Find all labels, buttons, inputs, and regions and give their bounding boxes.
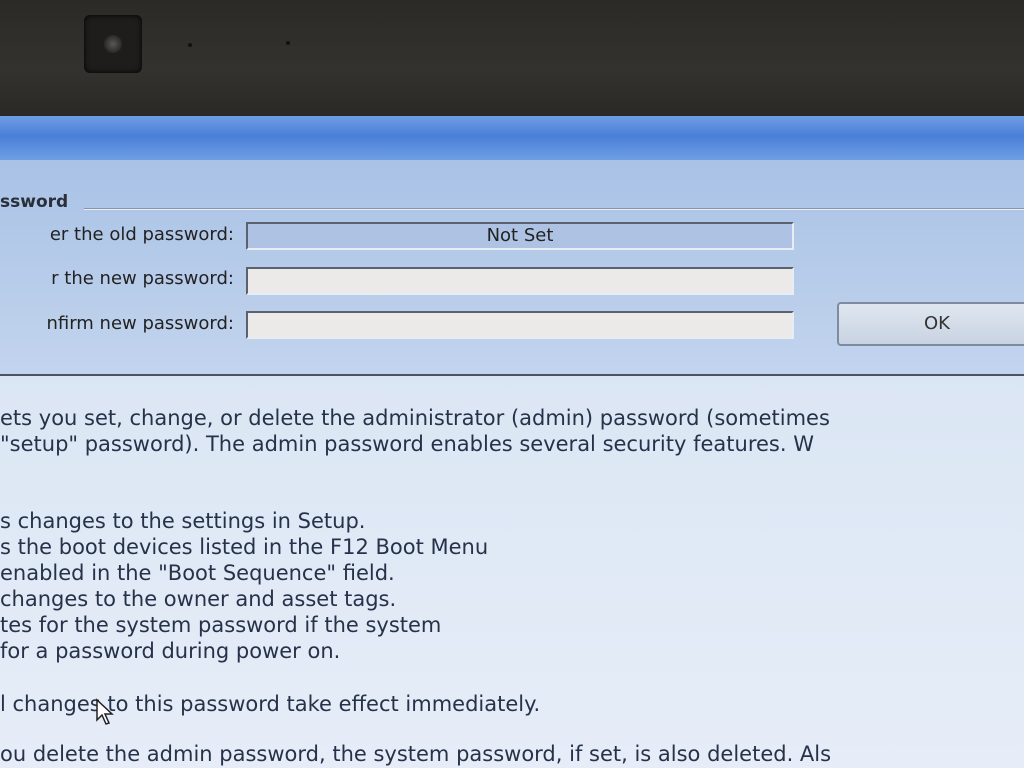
mouse-pointer-icon <box>96 698 114 725</box>
section-divider <box>0 374 1024 376</box>
help-bullet: s changes to the settings in Setup. <box>0 509 366 533</box>
help-bullet: tes for the system password if the syste… <box>0 613 442 637</box>
webcam-icon <box>84 15 142 73</box>
sensor-dot <box>188 43 192 47</box>
monitor-bezel <box>0 0 1024 128</box>
confirm-password-field[interactable] <box>246 311 794 339</box>
confirm-password-label: nfirm new password: <box>46 313 234 334</box>
help-bullet: s the boot devices listed in the F12 Boo… <box>0 535 489 559</box>
help-bullet: for a password during power on. <box>0 639 341 663</box>
help-note-immediate: l changes to this password take effect i… <box>0 692 541 716</box>
group-title: ssword <box>0 192 69 212</box>
new-password-field[interactable] <box>246 267 794 295</box>
new-password-label: r the new password: <box>51 268 234 289</box>
old-password-field: Not Set <box>246 222 794 250</box>
sensor-dot <box>286 41 290 45</box>
help-intro-line-1: ets you set, change, or delete the admin… <box>0 406 830 430</box>
group-divider <box>84 208 1024 210</box>
ok-button[interactable]: OK <box>837 302 1024 346</box>
help-bullet: changes to the owner and asset tags. <box>0 587 397 611</box>
help-intro-line-2: "setup" password). The admin password en… <box>0 432 814 456</box>
title-bar <box>0 116 1024 160</box>
old-password-label: er the old password: <box>49 224 234 245</box>
bios-screen: ssword er the old password: Not Set r th… <box>0 116 1024 768</box>
help-bullet: enabled in the "Boot Sequence" field. <box>0 561 395 585</box>
help-note-delete: ou delete the admin password, the system… <box>0 742 832 766</box>
